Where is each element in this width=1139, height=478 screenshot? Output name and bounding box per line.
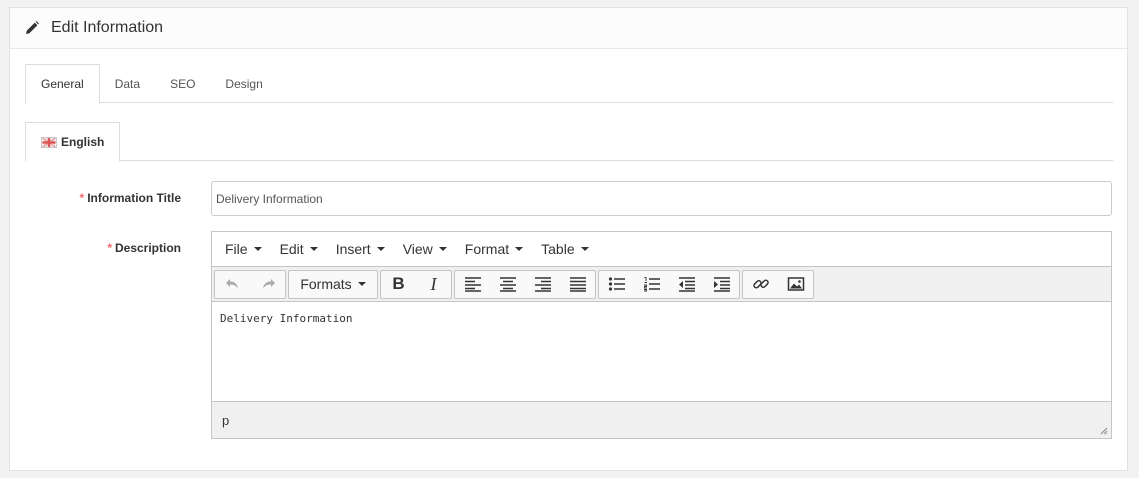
align-center-icon	[499, 277, 516, 292]
main-tabs: General Data SEO Design	[25, 64, 1113, 104]
editor-content-area[interactable]: Delivery Information	[212, 302, 1111, 402]
align-justify-icon	[569, 277, 586, 292]
redo-icon	[262, 279, 275, 289]
language-label: English	[61, 135, 105, 149]
caret-down-icon	[357, 282, 366, 286]
align-left-icon	[464, 277, 481, 292]
menu-format[interactable]: Format	[456, 241, 532, 257]
tab-design[interactable]: Design	[210, 64, 277, 103]
language-tabs: English	[25, 122, 1113, 162]
indent-button[interactable]	[704, 271, 739, 298]
align-left-button[interactable]	[455, 271, 490, 298]
uk-flag-icon	[41, 137, 57, 148]
editor-statusbar: p	[212, 402, 1111, 438]
bullet-list-button[interactable]	[599, 271, 634, 298]
information-title-label: * Information Title	[79, 191, 181, 205]
bullet-list-icon	[608, 277, 625, 291]
tab-data[interactable]: Data	[100, 64, 155, 103]
formats-dropdown[interactable]: Formats	[289, 271, 377, 298]
align-group	[454, 269, 596, 299]
align-center-button[interactable]	[490, 271, 525, 298]
redo-button[interactable]	[250, 271, 285, 298]
caret-down-icon	[438, 247, 447, 251]
tab-language-english[interactable]: English	[25, 122, 121, 162]
numbered-list-icon	[643, 277, 660, 292]
panel-heading: Edit Information	[10, 8, 1127, 49]
caret-down-icon	[580, 247, 589, 251]
insert-image-button[interactable]	[778, 271, 813, 298]
menu-file[interactable]: File	[216, 241, 271, 257]
edit-information-panel: Edit Information General Data SEO Design…	[9, 7, 1128, 471]
panel-title: Edit Information	[51, 19, 164, 36]
description-label: * Description	[107, 241, 181, 255]
caret-down-icon	[253, 247, 262, 251]
menu-insert[interactable]: Insert	[327, 241, 394, 257]
caret-down-icon	[376, 247, 385, 251]
outdent-icon	[678, 277, 695, 292]
menu-edit[interactable]: Edit	[271, 241, 327, 257]
undo-icon	[225, 279, 238, 289]
align-right-button[interactable]	[525, 271, 560, 298]
menu-view[interactable]: View	[394, 241, 456, 257]
caret-down-icon	[309, 247, 318, 251]
bold-button[interactable]: B	[381, 271, 416, 298]
information-title-input[interactable]	[211, 181, 1112, 216]
editor-toolbar: Formats B I	[212, 267, 1111, 302]
resize-handle-icon[interactable]	[1100, 427, 1108, 435]
menu-table[interactable]: Table	[532, 241, 597, 257]
pencil-icon	[26, 21, 39, 34]
align-justify-button[interactable]	[560, 271, 595, 298]
tab-seo[interactable]: SEO	[155, 64, 210, 103]
link-icon	[752, 279, 769, 289]
insert-link-button[interactable]	[743, 271, 778, 298]
tab-general[interactable]: General	[25, 64, 100, 104]
element-path[interactable]: p	[222, 413, 229, 428]
italic-button[interactable]: I	[416, 271, 451, 298]
editor-menubar: File Edit Insert View Format Table	[212, 232, 1111, 267]
image-icon	[787, 277, 804, 291]
undo-button[interactable]	[215, 271, 250, 298]
caret-down-icon	[515, 247, 524, 251]
style-group: B I	[380, 269, 452, 299]
insert-group	[742, 269, 814, 299]
list-group	[598, 269, 740, 299]
align-right-icon	[534, 277, 551, 292]
formats-group: Formats	[288, 269, 378, 299]
rich-text-editor: File Edit Insert View Format Table Forma…	[211, 231, 1112, 439]
history-group	[214, 269, 286, 299]
indent-icon	[713, 277, 730, 292]
numbered-list-button[interactable]	[634, 271, 669, 298]
outdent-button[interactable]	[669, 271, 704, 298]
